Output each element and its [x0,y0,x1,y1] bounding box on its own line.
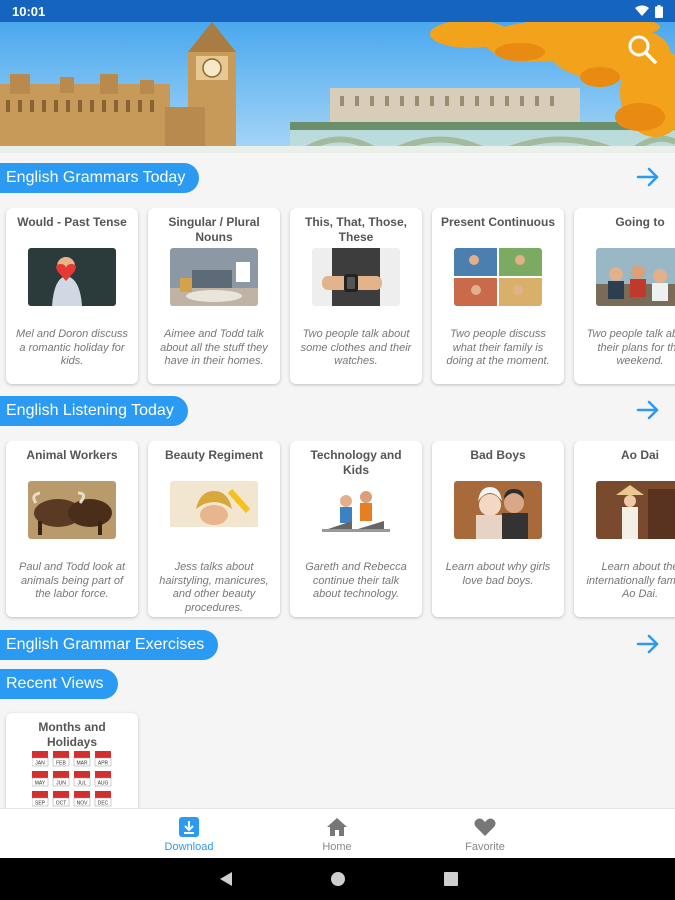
nav-home[interactable]: Home [297,809,377,859]
home-icon [327,818,347,836]
nav-home-label: Home [322,841,352,853]
card-title: Present Continuous [440,215,555,229]
calendar-month-label: SEP [35,801,46,807]
calendar-month-cell: DEC [94,791,112,807]
back-icon[interactable] [218,871,234,887]
calendar-month-label: APR [98,761,109,767]
calendar-month-cell: AUG [94,771,112,787]
recents-icon[interactable] [443,871,459,887]
hero-banner [0,22,675,153]
calendar-month-cell: FEB [52,751,70,767]
listening-card[interactable]: Technology and Kids Gareth and Rebecca c… [290,441,422,617]
card-image [312,248,400,306]
calendar-month-label: JUL [78,781,87,787]
section-grammar-exercises-title[interactable]: English Grammar Exercises [0,630,219,660]
card-image [312,481,400,539]
card-title: Bad Boys [470,448,526,462]
card-description: Jess talks about hairstyling, manicures,… [159,561,269,614]
listening-card[interactable]: Beauty Regiment Jess talks about hairsty… [148,441,280,617]
calendar-month-cell: MAR [73,751,91,767]
calendar-month-label: OCT [56,801,67,807]
calendar-image: JAN FEB MAR APR MAY JUN JUL AUG SEP OCT NOV DEC [32,751,112,807]
card-description: Paul and Todd look at animals being part… [18,561,125,600]
section-listening-today-title: English Listening Today [0,396,188,426]
calendar-month-label: FEB [56,761,66,767]
card-title: Going to [615,215,665,229]
calendar-month-cell: OCT [52,791,70,807]
calendar-month-cell: MAY [32,771,49,787]
heart-icon [474,818,496,836]
calendar-month-label: JUN [56,781,66,787]
android-system-nav [0,858,675,900]
calendar-month-cell: APR [94,751,112,767]
london-skyline-image [0,22,675,153]
grammar-card[interactable]: Present Continuous Two people discuss wh… [432,208,564,384]
calendar-grid: JAN FEB MAR APR MAY JUN JUL AUG SEP OCT NOV DEC [32,751,112,807]
card-image [170,481,258,539]
calendar-month-label: JAN [35,761,45,767]
card-title: Would - Past Tense [17,215,127,229]
section-recent-views-title: Recent Views [0,669,118,699]
card-image [596,248,675,306]
card-image [454,248,542,306]
card-description: Gareth and Rebecca continue their talk a… [305,561,407,600]
search-icon[interactable] [627,34,657,64]
card-description: Two people discuss what their family is … [446,328,550,367]
calendar-month-label: AUG [98,781,109,787]
nav-download-label: Download [164,841,214,853]
nav-favorite-label: Favorite [465,841,505,853]
card-description: Mel and Doron discuss a romantic holiday… [16,328,128,367]
card-description: Two people talk about some clothes and t… [300,328,412,367]
listening-card[interactable]: Bad Boys Learn about why girls love bad … [432,441,564,617]
calendar-month-label: DEC [98,801,109,807]
card-image [170,248,258,306]
grammar-card[interactable]: Going to Two people talk about their pla… [574,208,675,384]
calendar-month-cell: SEP [32,791,49,807]
calendar-month-cell: JAN [32,751,49,767]
grammar-exercises-arrow-icon[interactable] [635,631,661,657]
card-title: Beauty Regiment [164,448,264,462]
card-title: Ao Dai [620,448,659,462]
card-description: Learn about the internationally famous A… [586,561,675,600]
recent-card[interactable]: Months and Holidays JAN FEB MAR APR MAY JUN JU… [6,713,138,813]
calendar-month-cell: JUN [52,771,70,787]
calendar-month-label: MAR [76,761,88,767]
battery-icon [655,4,663,18]
home-system-icon[interactable] [330,871,346,887]
listening-card[interactable]: Animal Workers Paul and Todd look at ani… [6,441,138,617]
card-title: Months and Holidays [38,720,106,749]
bottom-navigation: Download Home Favorite [0,808,675,858]
grammar-card[interactable]: This, That, Those, These Two people talk… [290,208,422,384]
listening-cards-row: Animal Workers Paul and Todd look at ani… [0,441,675,621]
calendar-month-cell: JUL [73,771,91,787]
wifi-icon [635,5,649,16]
card-title: Singular / Plural Nouns [168,215,260,244]
listening-today-arrow-icon[interactable] [635,397,661,423]
card-image [28,248,116,306]
section-grammar-today-title: English Grammars Today [0,163,200,193]
grammar-cards-row: Would - Past Tense Mel and Doron discuss… [0,208,675,388]
card-title: This, That, Those, These [304,215,407,244]
calendar-month-label: NOV [77,801,89,807]
card-title: Technology and Kids [310,448,402,477]
download-icon [179,817,199,837]
card-description: Learn about why girls love bad boys. [445,561,551,587]
calendar-month-label: MAY [35,781,46,787]
card-image [454,481,542,539]
card-title: Animal Workers [26,448,118,462]
calendar-month-cell: NOV [73,791,91,807]
card-image [28,481,116,539]
status-time: 10:01 [12,3,46,19]
grammar-card[interactable]: Would - Past Tense Mel and Doron discuss… [6,208,138,384]
status-bar: 10:01 [0,0,675,22]
card-description: Aimee and Todd talk about all the stuff … [160,328,268,367]
nav-favorite[interactable]: Favorite [445,809,525,859]
grammar-today-arrow-icon[interactable] [635,164,661,190]
listening-card[interactable]: Ao Dai Learn about the internationally f… [574,441,675,617]
nav-download[interactable]: Download [149,809,229,859]
card-image [596,481,675,539]
card-description: Two people talk about their plans for th… [586,328,675,367]
grammar-card[interactable]: Singular / Plural Nouns Aimee and Todd t… [148,208,280,384]
